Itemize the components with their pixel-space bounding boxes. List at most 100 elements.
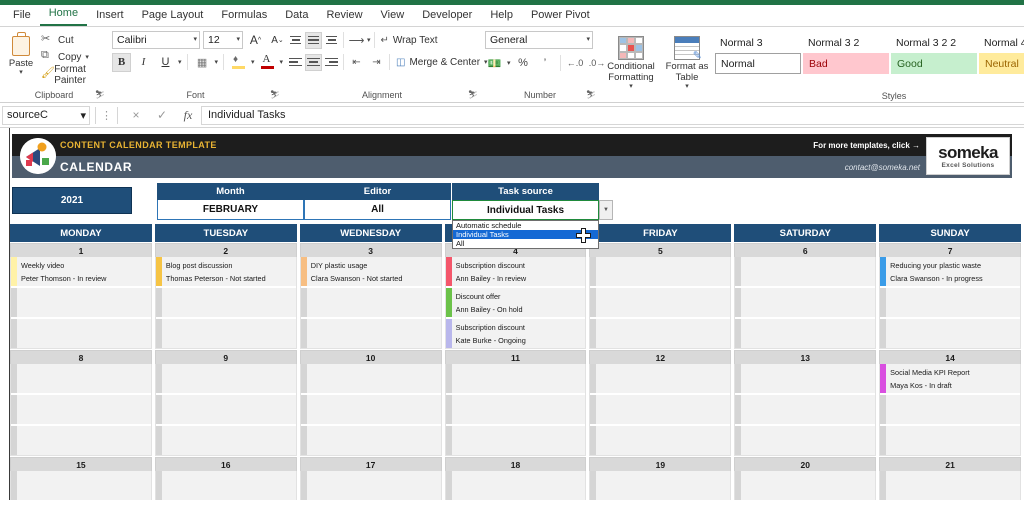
empty-task-slot[interactable] bbox=[880, 319, 1021, 348]
filter-value[interactable]: All bbox=[304, 200, 451, 220]
calendar-day-cell[interactable]: 11 bbox=[444, 350, 587, 456]
ribbon-tab-developer[interactable]: Developer bbox=[413, 6, 481, 26]
ribbon-tab-review[interactable]: Review bbox=[317, 6, 371, 26]
filter-value[interactable]: FEBRUARY bbox=[157, 200, 304, 220]
empty-task-slot[interactable] bbox=[155, 319, 296, 348]
insert-function-button[interactable]: fx bbox=[175, 108, 201, 123]
dropdown-option[interactable]: Individual Tasks bbox=[453, 230, 598, 239]
ribbon-tab-page-layout[interactable]: Page Layout bbox=[133, 6, 213, 26]
borders-button[interactable]: ▦ bbox=[193, 53, 212, 72]
empty-task-slot[interactable] bbox=[155, 395, 296, 424]
alignment-dialog-launcher-icon[interactable]: ⛷ bbox=[468, 88, 478, 101]
empty-task-slot[interactable] bbox=[590, 471, 731, 500]
empty-task-slot[interactable] bbox=[11, 288, 151, 317]
task-entry[interactable]: Reducing your plastic waste Clara Swanson… bbox=[880, 257, 1021, 286]
empty-task-slot[interactable] bbox=[155, 426, 296, 455]
increase-font-size-button[interactable]: A ^ bbox=[246, 31, 265, 50]
calendar-day-cell[interactable]: 15 bbox=[10, 457, 152, 500]
formula-bar-handle[interactable]: ⋮ bbox=[101, 109, 112, 122]
ribbon-tab-insert[interactable]: Insert bbox=[87, 6, 133, 26]
style-name-normal[interactable]: Normal 3 bbox=[715, 32, 801, 53]
empty-task-slot[interactable] bbox=[590, 426, 731, 455]
increase-indent-button[interactable]: ⇥ bbox=[367, 53, 386, 72]
empty-task-slot[interactable] bbox=[445, 426, 586, 455]
filter-value[interactable]: Individual Tasks bbox=[452, 200, 599, 220]
calendar-day-cell[interactable]: 20 bbox=[734, 457, 877, 500]
ribbon-tab-data[interactable]: Data bbox=[276, 6, 317, 26]
format-painter-button[interactable]: Format Painter bbox=[38, 64, 104, 86]
calendar-day-cell[interactable]: 6 bbox=[734, 243, 877, 349]
underline-chevron-down-icon[interactable]: ▾ bbox=[178, 59, 182, 66]
task-entry[interactable]: Blog post discussion Thomas Peterson - No… bbox=[155, 257, 296, 286]
empty-task-slot[interactable] bbox=[735, 395, 876, 424]
conditional-formatting-chevron-down-icon[interactable]: ▾ bbox=[629, 83, 633, 90]
empty-task-slot[interactable] bbox=[735, 319, 876, 348]
formula-input[interactable]: Individual Tasks bbox=[201, 105, 1024, 125]
style-name-good[interactable]: Normal 3 2 2 bbox=[891, 32, 977, 53]
style-swatch-normal[interactable]: Normal bbox=[715, 53, 801, 74]
empty-task-slot[interactable] bbox=[880, 426, 1021, 455]
empty-task-slot[interactable] bbox=[300, 471, 441, 500]
ribbon-tab-formulas[interactable]: Formulas bbox=[212, 6, 276, 26]
ribbon-tab-help[interactable]: Help bbox=[481, 6, 522, 26]
name-box-chevron-down-icon[interactable]: ▾ bbox=[80, 109, 86, 122]
align-center-button[interactable] bbox=[305, 53, 322, 71]
borders-chevron-down-icon[interactable]: ▾ bbox=[215, 59, 219, 66]
orientation-button[interactable]: ⟶ bbox=[347, 31, 366, 50]
empty-task-slot[interactable] bbox=[11, 395, 151, 424]
comma-style-button[interactable]: ’ bbox=[536, 54, 555, 73]
empty-task-slot[interactable] bbox=[155, 364, 296, 393]
paste-chevron-down-icon[interactable]: ▾ bbox=[19, 69, 23, 76]
calendar-day-cell[interactable]: 1 Weekly video Peter Thomson - In review bbox=[10, 243, 152, 349]
empty-task-slot[interactable] bbox=[300, 364, 441, 393]
empty-task-slot[interactable] bbox=[445, 364, 586, 393]
task-entry[interactable]: Social Media KPI Report Maya Kos - In dra… bbox=[880, 364, 1021, 393]
fill-color-chevron-down-icon[interactable]: ▾ bbox=[251, 59, 255, 66]
align-middle-button[interactable] bbox=[305, 31, 322, 49]
cut-button[interactable]: Cut bbox=[38, 32, 104, 49]
percent-style-button[interactable]: % bbox=[514, 54, 533, 73]
underline-button[interactable]: U bbox=[156, 53, 175, 72]
empty-task-slot[interactable] bbox=[590, 395, 731, 424]
task-entry[interactable]: Weekly video Peter Thomson - In review bbox=[11, 257, 151, 286]
calendar-day-cell[interactable]: 2 Blog post discussion Thomas Peterson - N… bbox=[154, 243, 297, 349]
conditional-formatting-button[interactable]: Conditional Formatting ▾ bbox=[603, 30, 659, 90]
calendar-day-cell[interactable]: 16 bbox=[154, 457, 297, 500]
empty-task-slot[interactable] bbox=[300, 319, 441, 348]
calendar-day-cell[interactable]: 13 bbox=[734, 350, 877, 456]
calendar-day-cell[interactable]: 12 bbox=[589, 350, 732, 456]
empty-task-slot[interactable] bbox=[735, 364, 876, 393]
style-swatch-good[interactable]: Good bbox=[891, 53, 977, 74]
font-color-button[interactable]: A bbox=[258, 53, 277, 72]
empty-task-slot[interactable] bbox=[300, 395, 441, 424]
calendar-day-cell[interactable]: 17 bbox=[299, 457, 442, 500]
bold-button[interactable]: B bbox=[112, 52, 131, 72]
dropdown-chevron-down-icon[interactable]: ▼ bbox=[599, 200, 613, 220]
accounting-chevron-down-icon[interactable]: ▾ bbox=[507, 60, 511, 67]
task-entry[interactable]: Subscription discount Kate Burke - Ongoin… bbox=[445, 319, 586, 348]
task-entry[interactable]: DIY plastic usage Clara Swanson - Not sta… bbox=[300, 257, 441, 286]
ribbon-tab-view[interactable]: View bbox=[372, 6, 414, 26]
calendar-day-cell[interactable]: 10 bbox=[299, 350, 442, 456]
empty-task-slot[interactable] bbox=[155, 471, 296, 500]
wrap-text-button[interactable]: ↵ Wrap Text bbox=[378, 31, 441, 50]
calendar-day-cell[interactable]: 4 Subscription discount Ann Bailey - In re… bbox=[444, 243, 587, 349]
calendar-day-cell[interactable]: 5 bbox=[589, 243, 732, 349]
empty-task-slot[interactable] bbox=[735, 426, 876, 455]
empty-task-slot[interactable] bbox=[735, 288, 876, 317]
empty-task-slot[interactable] bbox=[590, 319, 731, 348]
calendar-day-cell[interactable]: 18 bbox=[444, 457, 587, 500]
increase-decimal-button[interactable]: ←.0 bbox=[566, 54, 585, 73]
empty-task-slot[interactable] bbox=[445, 395, 586, 424]
empty-task-slot[interactable] bbox=[735, 257, 876, 286]
paste-button[interactable]: Paste ▾ bbox=[4, 30, 38, 76]
calendar-day-cell[interactable]: 14 Social Media KPI Report Maya Kos - In d… bbox=[879, 350, 1022, 456]
dropdown-option[interactable]: Automatic schedule bbox=[453, 221, 598, 230]
confirm-entry-button[interactable]: ✓ bbox=[149, 108, 175, 122]
empty-task-slot[interactable] bbox=[11, 364, 151, 393]
font-size-input[interactable]: 12 ▾ bbox=[203, 31, 243, 49]
fill-color-button[interactable]: ♦ bbox=[229, 53, 248, 72]
accounting-format-button[interactable]: 💵 bbox=[485, 54, 504, 73]
empty-task-slot[interactable] bbox=[300, 426, 441, 455]
ribbon-tab-power-pivot[interactable]: Power Pivot bbox=[522, 6, 599, 26]
